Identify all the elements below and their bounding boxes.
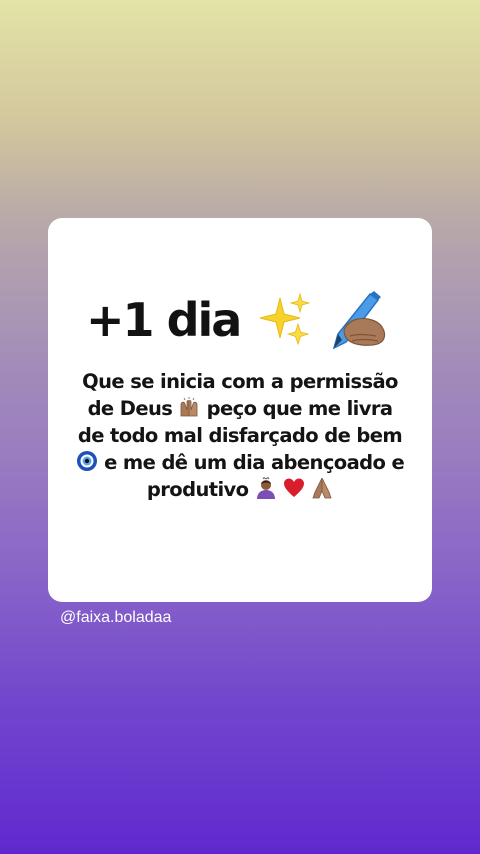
headline-text: +1 dia (86, 293, 242, 347)
nazar-amulet-icon (76, 450, 98, 472)
message-line-4: e me dê um dia abençoado e (62, 449, 418, 476)
sparkles-icon (258, 292, 314, 348)
credit-handle: @faixa.boladaa (60, 609, 172, 626)
message-line-3: de todo mal disfarçado de bem (77, 424, 403, 447)
message-line-5: produtivo (62, 476, 418, 503)
red-heart-icon (283, 477, 305, 499)
message-line-2b: peço que me livra (206, 397, 393, 420)
headline-row: +1 dia (86, 290, 388, 350)
quote-card: +1 dia Que se inicia com a permissão de … (48, 218, 432, 602)
quote-message: Que se inicia com a permissão de Deus pe… (62, 368, 418, 503)
raised-hands-icon (178, 396, 200, 418)
message-line-2: de Deus peço que me livra (62, 395, 418, 422)
person-bowing-icon (255, 477, 277, 499)
writing-hand-icon (326, 290, 388, 350)
message-line-2a: de Deus (87, 397, 173, 420)
message-line-4-text: e me dê um dia abençoado e (104, 451, 405, 474)
message-line-5-text: produtivo (146, 478, 249, 501)
message-line-1: Que se inicia com a permissão (82, 370, 398, 393)
folded-hands-icon (311, 477, 333, 499)
